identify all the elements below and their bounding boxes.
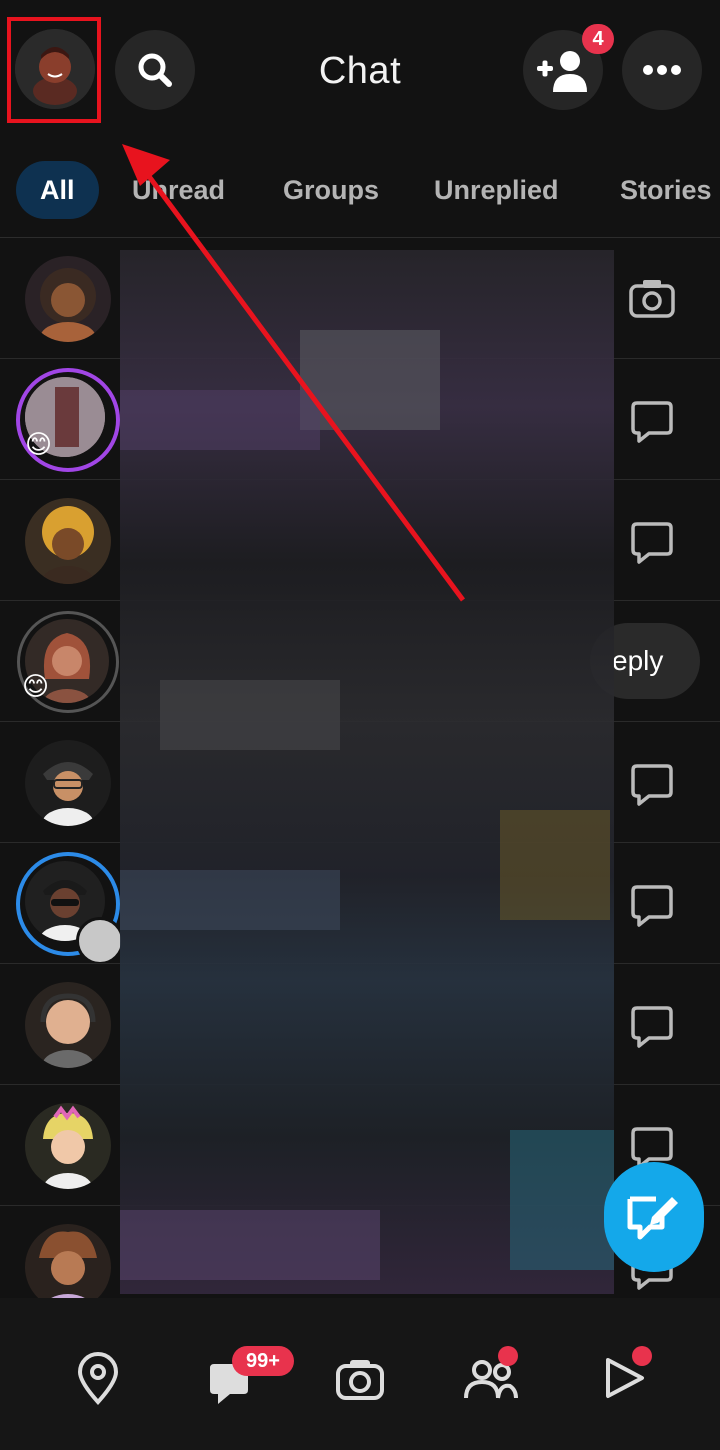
reply-label: eply: [612, 645, 664, 676]
nav-camera[interactable]: [328, 1346, 392, 1410]
nav-spotlight[interactable]: [592, 1346, 656, 1410]
story-thumbnail: [76, 917, 124, 965]
filter-tabs: All Unread Groups Unreplied Stories: [0, 155, 720, 225]
map-pin-icon: [77, 1352, 119, 1405]
compose-icon: [627, 1196, 678, 1240]
page-title: Chat: [318, 50, 402, 92]
chat-header: Chat 4: [0, 0, 720, 140]
nav-map[interactable]: [66, 1346, 130, 1410]
chat-bubble-icon[interactable]: [627, 395, 677, 445]
avatar: [25, 1224, 111, 1298]
bottom-navigation: 99+: [0, 1298, 720, 1450]
search-button[interactable]: [115, 30, 195, 110]
tab-stories[interactable]: Stories: [620, 161, 712, 219]
chat-bubble-icon[interactable]: [627, 758, 677, 808]
new-chat-button[interactable]: [604, 1162, 704, 1272]
chat-unread-badge: 99+: [232, 1346, 294, 1376]
notification-dot: [498, 1346, 518, 1366]
avatar: [25, 1103, 111, 1189]
add-friend-icon: [537, 51, 587, 92]
chat-bubble-icon[interactable]: [627, 879, 677, 929]
avatar: [25, 256, 111, 342]
notification-dot: [632, 1346, 652, 1366]
more-options-button[interactable]: [622, 30, 702, 110]
chat-bubble-icon[interactable]: [627, 1000, 677, 1050]
tab-unread[interactable]: Unread: [132, 161, 225, 219]
chat-bubble-icon[interactable]: [627, 516, 677, 566]
tab-unreplied[interactable]: Unreplied: [434, 161, 559, 219]
camera-icon: [336, 1360, 384, 1400]
pixelated-redaction: [120, 250, 614, 1294]
more-dots-icon: [643, 65, 681, 75]
status-emoji: 😊: [22, 671, 50, 701]
avatar: [25, 498, 111, 584]
avatar: [25, 740, 111, 826]
tab-groups[interactable]: Groups: [283, 161, 379, 219]
add-friend-badge: 4: [582, 24, 614, 54]
tab-all[interactable]: All: [16, 161, 99, 219]
avatar: [25, 982, 111, 1068]
camera-icon[interactable]: [627, 274, 677, 324]
status-emoji: 😊: [25, 429, 53, 459]
annotation-highlight-box: [7, 17, 101, 123]
nav-stories[interactable]: [458, 1346, 522, 1410]
search-icon: [138, 53, 172, 87]
